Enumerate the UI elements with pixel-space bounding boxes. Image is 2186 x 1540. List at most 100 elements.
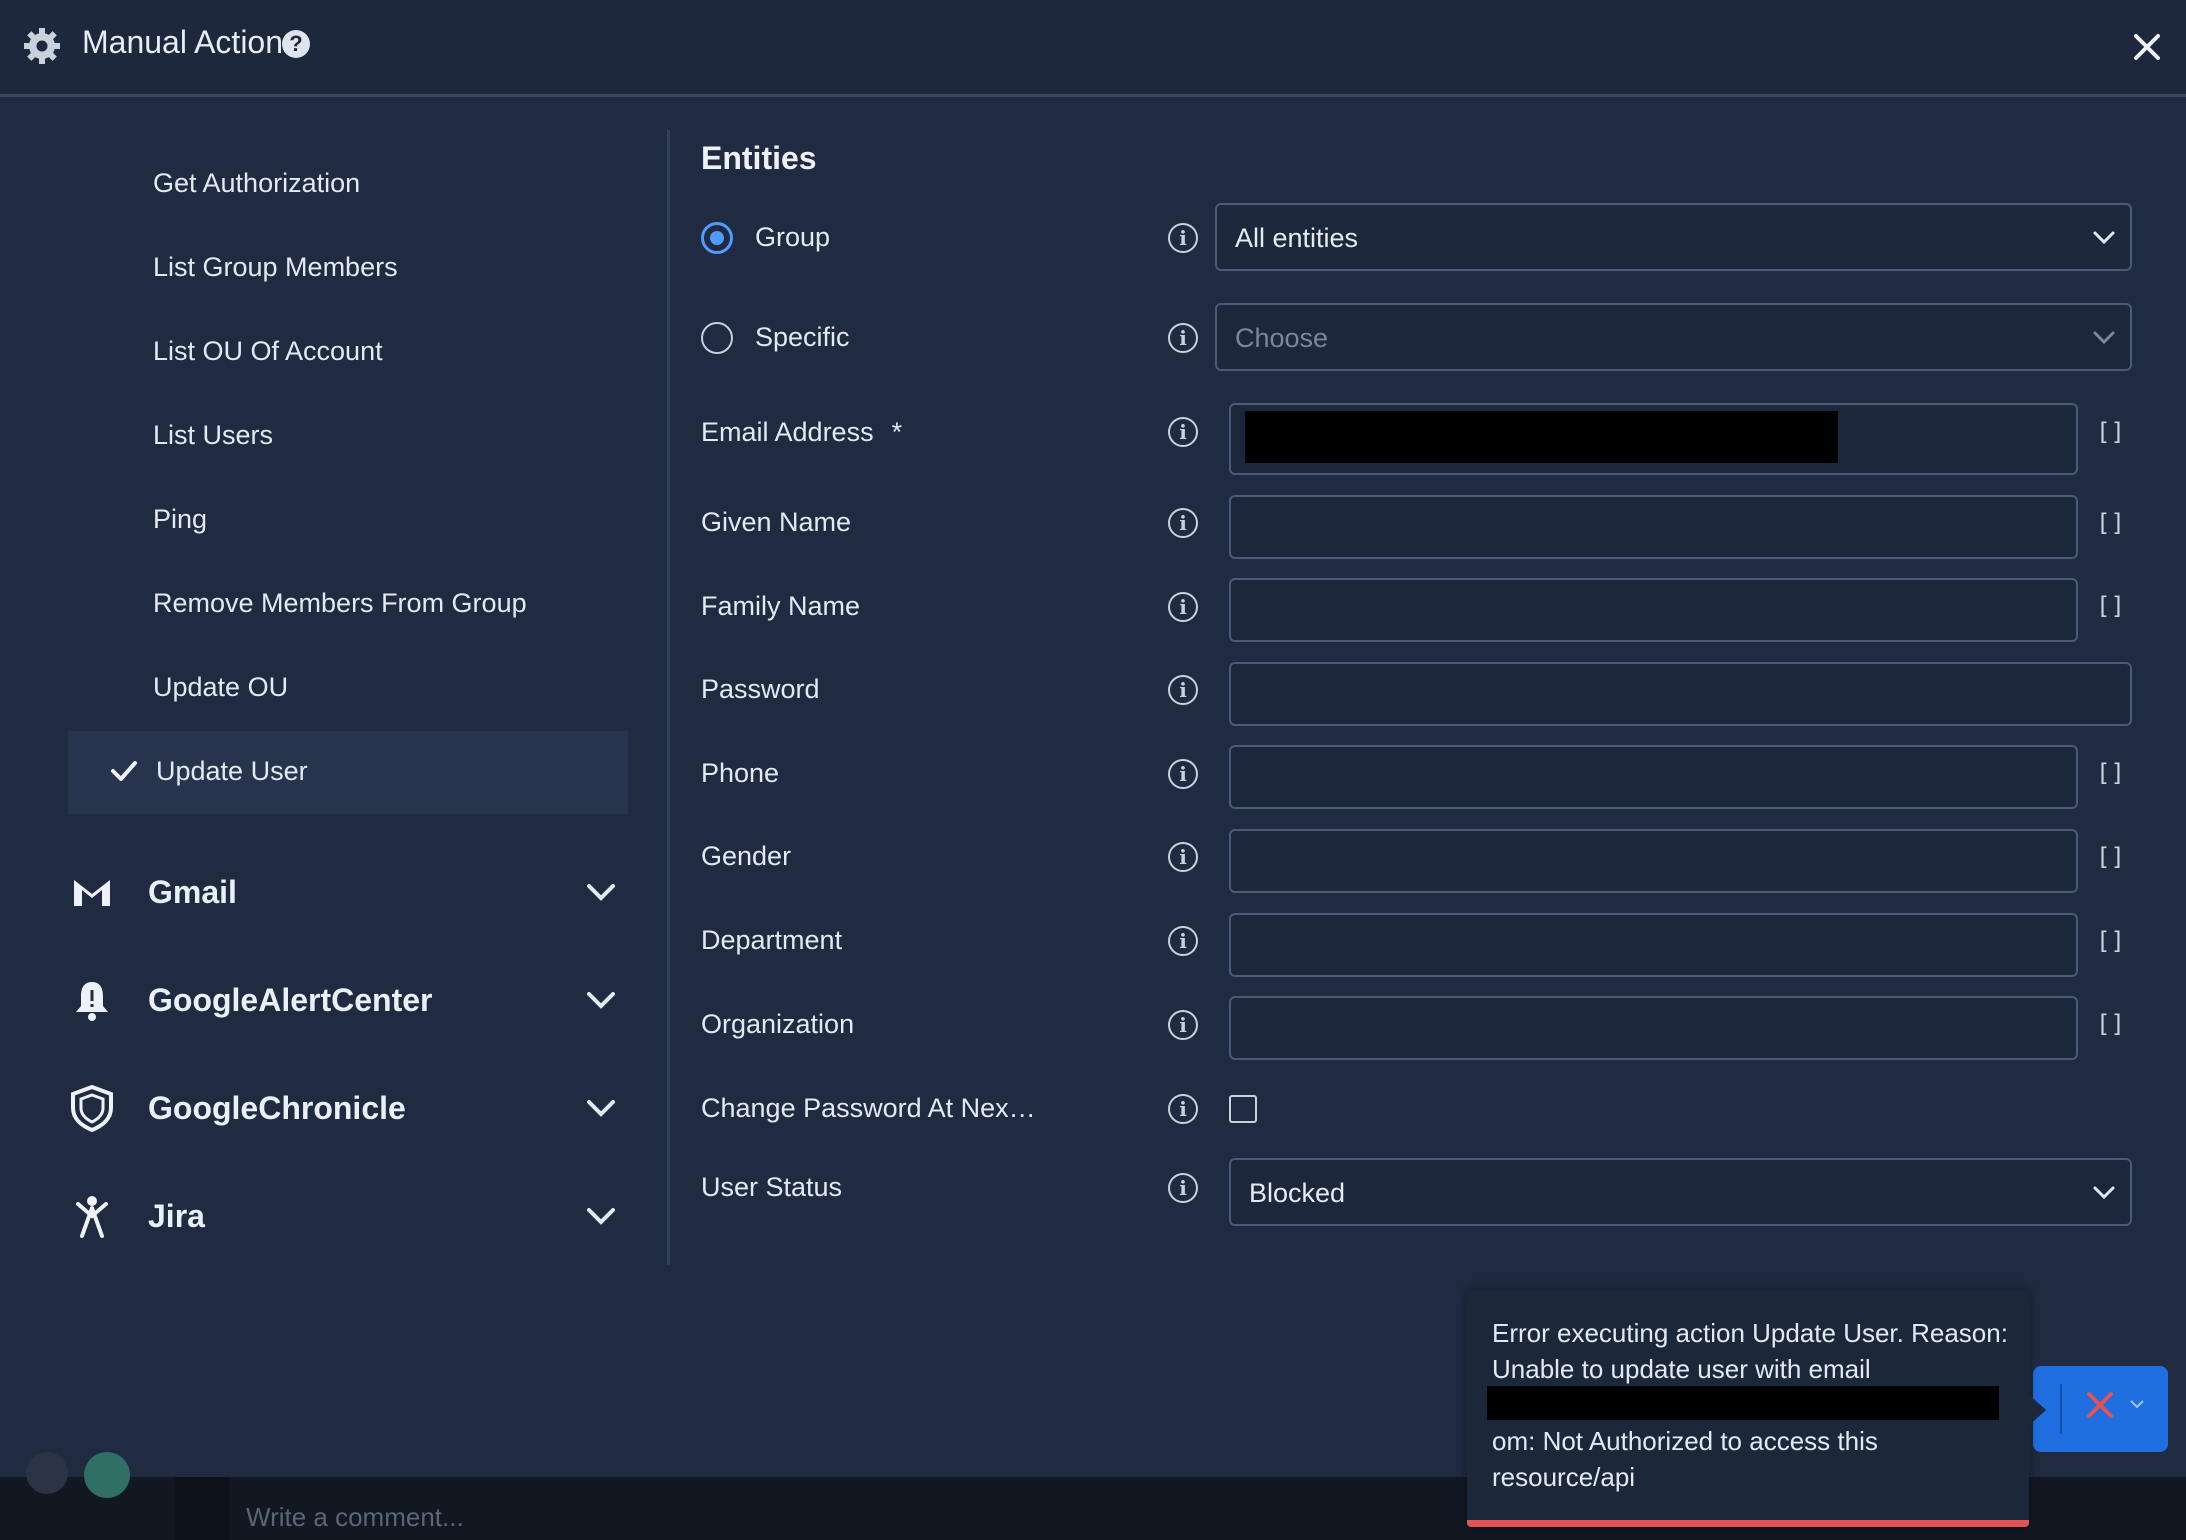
info-icon[interactable]: i — [1168, 223, 1198, 253]
organization-label: Organization — [701, 1009, 855, 1039]
dialog-title: Manual Action — [82, 24, 284, 60]
info-icon[interactable]: i — [1168, 926, 1198, 956]
sidebar-item-update-ou[interactable]: Update OU — [153, 672, 288, 703]
integration-googlechronicle[interactable]: GoogleChronicle — [68, 1078, 628, 1138]
placeholder-brackets-button[interactable]: [] — [2096, 1010, 2125, 1038]
question-circle-icon[interactable]: ? — [282, 30, 310, 58]
info-icon[interactable]: i — [1168, 323, 1198, 353]
required-marker: * — [891, 417, 903, 447]
family-name-label: Family Name — [701, 591, 861, 621]
phone-input[interactable] — [1229, 745, 2078, 809]
specific-entities-select[interactable]: Choose — [1215, 303, 2132, 371]
error-text-line: om: Not Authorized to access this — [1492, 1426, 1878, 1456]
gender-label: Gender — [701, 841, 792, 871]
entities-select[interactable]: All entities — [1215, 203, 2132, 271]
user-status-value: Blocked — [1249, 1178, 1346, 1208]
placeholder-brackets-button[interactable]: [] — [2096, 592, 2125, 620]
avatar — [26, 1452, 68, 1494]
integration-jira[interactable]: Jira — [68, 1186, 628, 1246]
password-input[interactable] — [1229, 662, 2132, 726]
execute-action-button[interactable] — [2033, 1366, 2168, 1452]
specific-radio-label: Specific — [755, 322, 850, 352]
shield-icon — [71, 1084, 113, 1132]
info-icon[interactable]: i — [1168, 417, 1198, 447]
given-name-label: Given Name — [701, 507, 852, 537]
change-password-checkbox[interactable] — [1229, 1095, 1257, 1123]
entities-select-value: All entities — [1235, 223, 1359, 253]
sidebar-item-list-users[interactable]: List Users — [153, 420, 273, 451]
info-icon[interactable]: i — [1168, 675, 1198, 705]
password-label: Password — [701, 674, 820, 704]
email-label-text: Email Address — [701, 417, 874, 447]
placeholder-brackets-button[interactable]: [] — [2096, 418, 2125, 446]
error-x-icon — [2087, 1392, 2113, 1418]
checkmark-icon — [111, 761, 137, 781]
family-name-input[interactable] — [1229, 578, 2078, 642]
specific-radio[interactable] — [701, 322, 733, 354]
close-icon[interactable] — [2128, 28, 2166, 66]
integration-googlealertcenter[interactable]: GoogleAlertCenter — [68, 970, 628, 1030]
redacted-email-value — [1487, 1386, 1999, 1420]
chevron-down-icon[interactable] — [586, 986, 616, 1012]
chevron-down-icon — [2093, 231, 2115, 245]
user-status-label: User Status — [701, 1172, 843, 1202]
sidebar-item-list-ou-of-account[interactable]: List OU Of Account — [153, 336, 383, 367]
placeholder-brackets-button[interactable]: [] — [2096, 759, 2125, 787]
info-icon[interactable]: i — [1168, 1173, 1198, 1203]
sidebar-item-ping[interactable]: Ping — [153, 504, 207, 535]
avatar — [84, 1452, 130, 1498]
group-radio-label: Group — [755, 222, 831, 252]
chevron-down-icon — [2093, 1186, 2115, 1200]
error-text-line: Error executing action Update User. Reas… — [1492, 1318, 2008, 1348]
chevron-down-icon[interactable] — [2129, 1398, 2145, 1410]
tooltip-arrow — [2028, 1394, 2046, 1426]
integration-label: Gmail — [148, 874, 237, 910]
specific-select-placeholder: Choose — [1235, 323, 1329, 353]
placeholder-brackets-button[interactable]: [] — [2096, 843, 2125, 871]
error-tooltip: Error executing action Update User. Reas… — [1467, 1290, 2029, 1527]
dialog-header: Manual Action ? — [0, 0, 2186, 97]
placeholder-brackets-button[interactable]: [] — [2096, 927, 2125, 955]
sidebar-item-list-group-members[interactable]: List Group Members — [153, 252, 398, 283]
chevron-down-icon — [2093, 331, 2115, 345]
sidebar-item-update-user[interactable] — [68, 731, 628, 814]
redacted-email-value — [1245, 411, 1838, 463]
integration-label: Jira — [148, 1198, 205, 1234]
department-label: Department — [701, 925, 843, 955]
info-icon[interactable]: i — [1168, 508, 1198, 538]
given-name-input[interactable] — [1229, 495, 2078, 559]
info-icon[interactable]: i — [1168, 592, 1198, 622]
gmail-icon — [74, 880, 110, 906]
organization-input[interactable] — [1229, 996, 2078, 1060]
integration-gmail[interactable]: Gmail — [68, 862, 628, 922]
info-icon[interactable]: i — [1168, 842, 1198, 872]
chevron-down-icon[interactable] — [586, 878, 616, 904]
divider — [175, 1477, 229, 1540]
chevron-down-icon[interactable] — [586, 1094, 616, 1120]
jira-icon — [76, 1196, 108, 1238]
gender-input[interactable] — [1229, 829, 2078, 893]
user-status-select[interactable]: Blocked — [1229, 1158, 2132, 1226]
manual-action-dialog: Manual Action ? Get Authorization List G… — [0, 0, 2186, 1540]
placeholder-brackets-button[interactable]: [] — [2096, 509, 2125, 537]
gear-icon — [24, 28, 60, 64]
comment-input[interactable]: Write a comment... — [246, 1502, 464, 1533]
button-separator — [2060, 1384, 2062, 1434]
chevron-down-icon[interactable] — [586, 1202, 616, 1228]
info-icon[interactable]: i — [1168, 1010, 1198, 1040]
sidebar-item-get-authorization[interactable]: Get Authorization — [153, 168, 360, 199]
change-password-label: Change Password At Nex… — [701, 1093, 1036, 1123]
info-icon[interactable]: i — [1168, 759, 1198, 789]
sidebar-item-remove-members-from-group[interactable]: Remove Members From Group — [153, 588, 527, 619]
error-text-line: Unable to update user with email — [1492, 1354, 1871, 1384]
department-input[interactable] — [1229, 913, 2078, 977]
info-icon[interactable]: i — [1168, 1094, 1198, 1124]
bell-icon — [76, 982, 108, 1021]
group-radio[interactable] — [701, 222, 733, 254]
panel-divider — [667, 130, 670, 1265]
integration-label: GoogleChronicle — [148, 1090, 406, 1126]
phone-label: Phone — [701, 758, 780, 788]
section-title: Entities — [701, 140, 817, 176]
error-text-line: resource/api — [1492, 1462, 1636, 1492]
sidebar-item-label: Update User — [156, 756, 308, 786]
